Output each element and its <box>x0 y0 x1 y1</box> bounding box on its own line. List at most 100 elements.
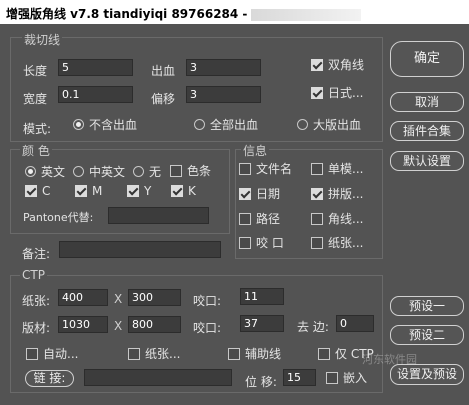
checkbox-icon <box>239 162 251 175</box>
paper-height-input[interactable]: 300 <box>128 289 181 306</box>
radio-icon <box>194 119 205 130</box>
info-option-label: 角线... <box>328 212 364 226</box>
paper-option-checkbox[interactable]: 纸张... <box>128 345 180 362</box>
info-paper-checkbox[interactable]: 纸张... <box>311 234 363 251</box>
japanese-checkbox[interactable]: 日式... <box>311 84 363 101</box>
info-single-mold-checkbox[interactable]: 单模... <box>311 160 363 177</box>
radio-selected-icon <box>25 166 36 177</box>
grip1-input[interactable]: 11 <box>240 288 284 305</box>
grip2-input[interactable]: 37 <box>240 315 284 332</box>
preset2-button[interactable]: 预设二 <box>390 325 464 345</box>
default-settings-button[interactable]: 默认设置 <box>390 151 464 171</box>
checkbox-checked-icon <box>311 58 323 71</box>
checkbox-checked-icon <box>25 185 37 197</box>
shift-label: 位 移: <box>245 375 277 389</box>
swatch-checkbox[interactable]: 色条 <box>170 162 211 179</box>
plugins-button[interactable]: 插件合集 <box>390 121 464 141</box>
info-option-label: 路径 <box>256 212 281 226</box>
lang-radio-none[interactable]: 无 <box>133 163 161 180</box>
checkbox-checked-icon <box>171 185 183 197</box>
double-corner-checkbox[interactable]: 双角线 <box>311 56 364 73</box>
lang-option-label: 英文 <box>41 165 66 179</box>
embed-label: 嵌入 <box>343 371 368 385</box>
plate-height-input[interactable]: 800 <box>128 316 181 333</box>
radio-icon <box>73 166 84 177</box>
guide-label: 辅助线 <box>245 347 282 361</box>
mode-label: 模式: <box>23 122 52 136</box>
lang-option-label: 中英文 <box>89 165 126 179</box>
width-input[interactable]: 0.1 <box>58 86 133 103</box>
info-filename-checkbox[interactable]: 文件名 <box>239 160 292 177</box>
window-title: 增强版角线 v7.8 tiandiyiqi 89766284 - <box>6 7 248 21</box>
note-label: 备注: <box>22 247 51 261</box>
watermark-text: 河东软件园 <box>362 353 417 366</box>
edge-input[interactable]: 0 <box>336 315 374 332</box>
offset-label: 偏移 <box>151 92 176 106</box>
auto-label: 自动... <box>43 347 79 361</box>
auto-checkbox[interactable]: 自动... <box>26 345 78 362</box>
channel-m-checkbox[interactable]: M <box>75 184 102 198</box>
channel-label: M <box>92 184 103 198</box>
plate-width-input[interactable]: 1030 <box>58 316 108 333</box>
paper-width-input[interactable]: 400 <box>58 289 108 306</box>
width-label: 宽度 <box>23 92 48 106</box>
mode-option-label: 不含出血 <box>89 118 138 132</box>
mode-radio-sheet-bleed[interactable]: 大版出血 <box>297 116 361 133</box>
checkbox-icon <box>228 347 240 360</box>
link-button[interactable]: 链 接: <box>25 370 74 387</box>
info-option-label: 咬 口 <box>256 236 284 250</box>
color-section-title: 颜 色 <box>20 142 52 159</box>
bleed-input[interactable]: 3 <box>186 59 261 76</box>
mode-radio-exclude-bleed[interactable]: 不含出血 <box>73 116 137 133</box>
guide-checkbox[interactable]: 辅助线 <box>228 345 281 362</box>
lang-radio-cn-en[interactable]: 中英文 <box>73 163 125 180</box>
info-grip-checkbox[interactable]: 咬 口 <box>239 234 284 251</box>
preset-settings-button[interactable]: 设置及预设 <box>390 364 464 385</box>
radio-icon <box>297 119 308 130</box>
checkbox-icon <box>326 371 338 384</box>
cancel-button[interactable]: 取消 <box>390 92 464 112</box>
note-input[interactable] <box>59 241 221 258</box>
offset-input[interactable]: 3 <box>186 86 261 103</box>
channel-label: K <box>188 184 196 198</box>
swatch-label: 色条 <box>187 164 212 178</box>
preset1-button[interactable]: 预设一 <box>390 296 464 316</box>
checkbox-icon <box>311 212 323 225</box>
channel-c-checkbox[interactable]: C <box>25 184 50 198</box>
embed-checkbox[interactable]: 嵌入 <box>326 369 367 386</box>
link-input[interactable] <box>84 369 232 386</box>
lang-radio-english[interactable]: 英文 <box>25 163 65 180</box>
pantone-input[interactable] <box>108 207 209 224</box>
length-input[interactable]: 5 <box>58 59 133 76</box>
radio-icon <box>133 166 144 177</box>
plate-x-separator: X <box>114 319 123 333</box>
channel-k-checkbox[interactable]: K <box>171 184 196 198</box>
info-imposition-checkbox[interactable]: 拼版... <box>311 185 363 202</box>
info-option-label: 拼版... <box>328 187 364 201</box>
radio-selected-icon <box>73 119 84 130</box>
info-option-label: 日期 <box>256 187 281 201</box>
channel-label: Y <box>144 184 152 198</box>
checkbox-checked-icon <box>311 86 323 99</box>
shift-input[interactable]: 15 <box>283 369 316 386</box>
ok-button[interactable]: 确定 <box>390 41 464 77</box>
paper-size-label: 纸张: <box>22 294 51 308</box>
title-bar: 增强版角线 v7.8 tiandiyiqi 89766284 - <box>0 0 469 24</box>
info-path-checkbox[interactable]: 路径 <box>239 210 280 227</box>
checkbox-icon <box>128 347 140 360</box>
checkbox-checked-icon <box>75 185 87 197</box>
checkbox-icon <box>239 212 251 225</box>
length-label: 长度 <box>23 64 48 78</box>
info-cornerline-checkbox[interactable]: 角线... <box>311 210 363 227</box>
mode-radio-all-bleed[interactable]: 全部出血 <box>194 116 258 133</box>
info-date-checkbox[interactable]: 日期 <box>239 185 280 202</box>
checkbox-icon <box>318 347 330 360</box>
info-option-label: 文件名 <box>256 162 293 176</box>
channel-y-checkbox[interactable]: Y <box>127 184 151 198</box>
info-option-label: 纸张... <box>328 236 364 250</box>
ctp-section-title: CTP <box>20 268 47 282</box>
checkbox-checked-icon <box>311 187 323 200</box>
lang-option-label: 无 <box>149 165 162 179</box>
checkbox-icon <box>170 164 182 177</box>
checkbox-icon <box>311 236 323 249</box>
